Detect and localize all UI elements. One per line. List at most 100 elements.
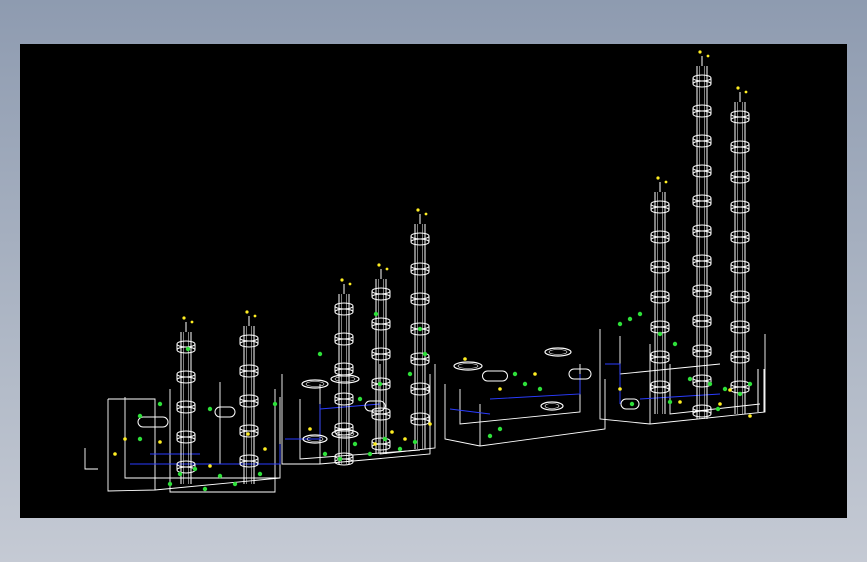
equipment-marker bbox=[637, 311, 643, 317]
equipment-marker bbox=[322, 451, 328, 457]
column-8-platform bbox=[730, 350, 750, 358]
column-7-platform bbox=[692, 164, 712, 172]
column-5-platform bbox=[410, 412, 430, 420]
equipment-marker bbox=[747, 381, 753, 387]
vessel bbox=[548, 349, 568, 355]
column-3-platform bbox=[334, 392, 354, 400]
column-8-platform bbox=[730, 170, 750, 178]
equipment-marker bbox=[407, 371, 413, 377]
column-1-platform bbox=[176, 340, 196, 348]
instrument-marker bbox=[246, 432, 250, 436]
equipment-marker bbox=[185, 346, 191, 352]
column-3-platform bbox=[334, 362, 354, 370]
column-5-platform bbox=[410, 382, 430, 390]
equipment-marker bbox=[657, 331, 663, 337]
column-2-platform bbox=[239, 394, 259, 402]
equipment-marker bbox=[629, 401, 635, 407]
vessel bbox=[457, 363, 479, 369]
column-5-platform bbox=[410, 358, 430, 366]
plant-wireframe-model bbox=[84, 50, 766, 493]
column-4-top-fitting bbox=[385, 267, 389, 271]
column-6-platform bbox=[650, 386, 670, 394]
unit4-frame bbox=[599, 329, 766, 425]
column-4-platform bbox=[371, 413, 391, 421]
instrument-marker bbox=[533, 372, 537, 376]
column-7-platform bbox=[692, 140, 712, 148]
column-1-platform bbox=[176, 376, 196, 384]
equipment-marker bbox=[352, 441, 358, 447]
column-7-platform bbox=[692, 194, 712, 202]
column-6-platform bbox=[650, 380, 670, 388]
unit3-frame bbox=[459, 364, 581, 425]
column-8-platform bbox=[730, 236, 750, 244]
blue-pipe bbox=[449, 408, 491, 415]
equipment-marker bbox=[232, 481, 238, 487]
instrument-marker bbox=[403, 437, 407, 441]
column-3-platform bbox=[334, 302, 354, 310]
column-5-platform bbox=[410, 418, 430, 426]
unit1-frame bbox=[84, 448, 98, 470]
column-2-top-fitting bbox=[245, 310, 249, 314]
equipment-marker bbox=[537, 386, 543, 392]
column-2-platform bbox=[239, 424, 259, 432]
column-8-platform bbox=[730, 110, 750, 118]
column-7-platform bbox=[692, 350, 712, 358]
instrument-marker bbox=[748, 414, 752, 418]
equipment-marker bbox=[137, 413, 143, 419]
column-3-platform bbox=[334, 308, 354, 316]
vessel bbox=[544, 403, 560, 409]
equipment-marker bbox=[722, 386, 728, 392]
column-7-platform bbox=[692, 320, 712, 328]
column-3-top-fitting bbox=[348, 282, 352, 286]
column-6-platform bbox=[650, 236, 670, 244]
column-7-top-fitting bbox=[706, 54, 710, 58]
column-7-platform bbox=[692, 170, 712, 178]
instrument-marker bbox=[718, 402, 722, 406]
column-8-platform bbox=[730, 116, 750, 124]
equipment-marker bbox=[627, 316, 633, 322]
column-5-top-fitting bbox=[416, 208, 420, 212]
equipment-marker bbox=[737, 391, 743, 397]
column-8-platform bbox=[730, 356, 750, 364]
column-6-top-fitting bbox=[664, 180, 668, 184]
equipment-marker bbox=[522, 381, 528, 387]
instrument-marker bbox=[428, 422, 432, 426]
equipment-marker bbox=[512, 371, 518, 377]
column-1-platform bbox=[176, 406, 196, 414]
column-7-platform bbox=[692, 284, 712, 292]
instrument-marker bbox=[390, 430, 394, 434]
equipment-marker bbox=[707, 381, 713, 387]
blue-pipe bbox=[639, 393, 721, 400]
column-6-platform bbox=[650, 230, 670, 238]
equipment-marker bbox=[412, 439, 418, 445]
equipment-marker bbox=[137, 436, 143, 442]
instrument-marker bbox=[498, 387, 502, 391]
equipment-marker bbox=[422, 351, 428, 357]
column-6-platform bbox=[650, 290, 670, 298]
unit4-frame bbox=[669, 364, 761, 415]
column-6-platform bbox=[650, 320, 670, 328]
instrument-marker bbox=[678, 400, 682, 404]
equipment-marker bbox=[487, 433, 493, 439]
instrument-marker bbox=[308, 427, 312, 431]
column-7-platform bbox=[692, 110, 712, 118]
column-6-platform bbox=[650, 206, 670, 214]
cad-3d-viewport[interactable] bbox=[20, 44, 847, 518]
unit1-frame bbox=[154, 477, 281, 491]
column-3-platform bbox=[334, 398, 354, 406]
column-6-platform bbox=[650, 200, 670, 208]
column-5-platform bbox=[410, 238, 430, 246]
column-8-platform bbox=[730, 326, 750, 334]
column-2-platform bbox=[239, 454, 259, 462]
unit2-frame bbox=[299, 399, 421, 460]
equipment-marker bbox=[687, 376, 693, 382]
equipment-marker bbox=[373, 311, 379, 317]
instrument-marker bbox=[373, 442, 377, 446]
column-8-platform bbox=[730, 266, 750, 274]
equipment-marker bbox=[497, 426, 503, 432]
column-6-platform bbox=[650, 350, 670, 358]
unit1-frame bbox=[169, 389, 276, 493]
column-4-platform bbox=[371, 287, 391, 295]
column-1-platform bbox=[176, 370, 196, 378]
column-2-platform bbox=[239, 370, 259, 378]
